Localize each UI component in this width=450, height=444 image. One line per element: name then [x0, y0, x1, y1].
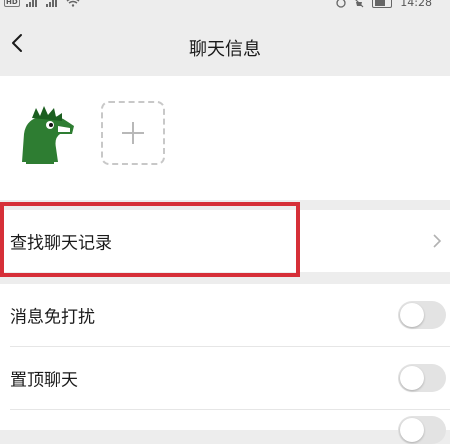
battery-icon: [372, 0, 393, 8]
signal-icon: [25, 0, 37, 7]
next-setting-toggle[interactable]: [398, 416, 446, 444]
toggle-knob: [400, 418, 424, 442]
toggle-knob: [400, 303, 424, 327]
add-member-button[interactable]: [101, 101, 165, 165]
mute-icon: [355, 0, 364, 7]
alarm-icon: [336, 0, 346, 8]
chevron-right-icon: [433, 234, 442, 248]
sticky-on-top-row: 置顶聊天: [0, 347, 450, 409]
mute-notifications-toggle[interactable]: [398, 301, 446, 329]
toggle-knob: [400, 366, 424, 390]
status-bar: HD 14:28: [0, 0, 450, 14]
search-section: 查找聊天记录: [0, 210, 450, 272]
wifi-icon: [66, 0, 80, 7]
hd-badge: HD: [4, 0, 20, 7]
plus-icon: [122, 122, 144, 144]
signal-icon-2: [45, 0, 57, 7]
mute-notifications-row: 消息免打扰: [0, 284, 450, 346]
status-left: HD: [4, 0, 80, 7]
find-chat-history-label: 查找聊天记录: [10, 233, 112, 254]
page-title: 聊天信息: [189, 39, 261, 60]
next-setting-row-partial: [0, 410, 450, 444]
mute-notifications-label: 消息免打扰: [10, 307, 95, 328]
member-avatar[interactable]: [14, 104, 78, 168]
members-section: [0, 76, 450, 200]
settings-section: 消息免打扰 置顶聊天: [0, 284, 450, 444]
find-chat-history-row[interactable]: 查找聊天记录: [0, 210, 450, 272]
status-time: 14:28: [400, 0, 432, 9]
nav-bar: 聊天信息: [0, 14, 450, 76]
sticky-on-top-label: 置顶聊天: [10, 370, 78, 391]
sticky-on-top-toggle[interactable]: [398, 364, 446, 392]
status-right: 14:28: [336, 0, 432, 9]
